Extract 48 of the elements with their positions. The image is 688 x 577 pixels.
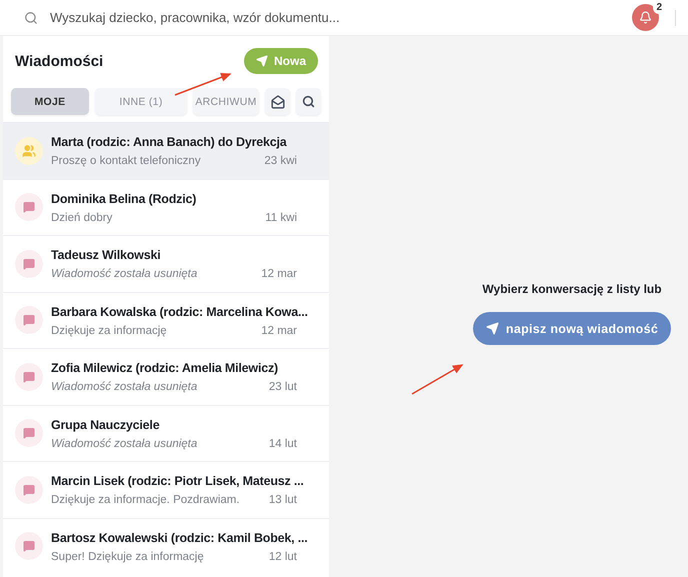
speech-bubble-icon [23, 258, 35, 270]
send-icon [256, 55, 268, 67]
message-date: 12 lut [268, 550, 297, 563]
message-date: 23 kwi [264, 155, 297, 168]
speech-bubble-icon [23, 201, 35, 214]
message-preview: Super! Dziękuje za informację [51, 550, 204, 563]
conversation-title: Marcin Lisek (rodzic: Piotr Lisek, Mateusz ... [51, 473, 304, 490]
speech-bubble-icon [23, 370, 35, 383]
message-preview: Wiadomość została usunięta [51, 438, 198, 450]
speech-bubble-icon [23, 484, 35, 496]
bell-icon [639, 11, 652, 24]
conversation-title: Dominika Belina (Rodzic) [51, 190, 196, 207]
panel-title: Wiadomości [15, 52, 104, 70]
speech-bubble-icon [23, 427, 35, 440]
search-icon [24, 10, 38, 24]
conversation-title: Tadeusz Wilkowski [51, 247, 160, 264]
message-preview: Wiadomość została usunięta [51, 268, 198, 280]
empty-state-text: Wybierz konwersację z listy lub [482, 282, 662, 296]
conversation-title: Grupa Nauczyciele [51, 416, 160, 433]
tab[interactable]: MOJE [11, 88, 89, 115]
search-icon [302, 95, 315, 108]
annotation-arrow [174, 73, 232, 96]
envelope-button[interactable] [265, 88, 290, 115]
message-date: 11 kwi [265, 212, 297, 224]
speech-bubble-icon [23, 540, 35, 552]
message-date: 13 lut [268, 494, 297, 506]
message-date: 14 lut [268, 438, 297, 450]
message-preview: Proszę o kontakt telefoniczny [51, 155, 201, 168]
notification-count: 2 [653, 1, 665, 14]
message-preview: Dziękuje za informacje. Pozdrawiam. [51, 494, 240, 506]
speech-bubble-icon [23, 314, 35, 326]
message-date: 23 lut [268, 381, 297, 394]
search-button[interactable] [296, 88, 321, 115]
people-icon [22, 144, 36, 158]
conversation-title: Marta (rodzic: Anna Banach) do Dyrekcja [51, 134, 287, 150]
envelope-icon [270, 94, 284, 108]
message-date: 12 mar [261, 268, 297, 280]
message-date: 12 mar [261, 324, 297, 337]
conversation-title: Barbara Kowalska (rodzic: Marcelina Kowa... [51, 304, 308, 320]
annotation-arrow [412, 364, 464, 395]
write-message-button[interactable]: napisz nową wiadomość [473, 312, 671, 345]
message-preview: Dziękuje za informację [51, 324, 167, 337]
conversation-title: Bartosz Kowalewski (rodzic: Kamil Bobek, ... [51, 530, 308, 546]
conversation-item[interactable]: Marta (rodzic: Anna Banach) do Dyrekcja Proszę o kontakt telefoniczny 23 kwi [3, 122, 329, 178]
message-preview: Wiadomość została usunięta [51, 381, 198, 394]
message-preview: Dzień dobry [51, 212, 112, 224]
conversation-title: Zofia Milewicz (rodzic: Amelia Milewicz) [51, 360, 278, 376]
send-icon [486, 322, 499, 335]
